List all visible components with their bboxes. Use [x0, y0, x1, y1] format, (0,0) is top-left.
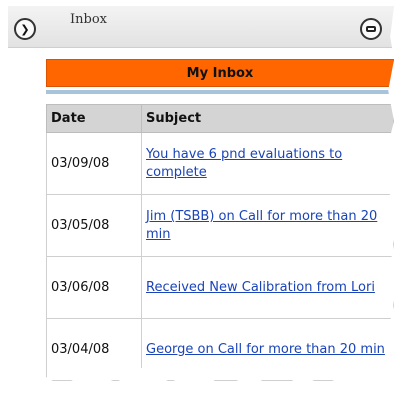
divider: [46, 90, 394, 94]
table-row: 03/04/08 George on Call for more than 20…: [46, 318, 394, 381]
table-row: 03/09/08 You have 6 pnd evaluations to c…: [46, 132, 394, 195]
window-title: Inbox: [70, 12, 107, 27]
row-subject-cell: You have 6 pnd evaluations to complete: [141, 132, 394, 195]
message-link[interactable]: You have 6 pnd evaluations to complete: [146, 146, 389, 181]
chevron-right-icon: ❯: [20, 22, 30, 36]
message-link[interactable]: George on Call for more than 20 min: [146, 341, 389, 359]
inbox-header: My Inbox: [46, 59, 394, 87]
row-subject-cell: Received New Calibration from Lori: [141, 256, 394, 319]
table-row: 03/06/08 Received New Calibration from L…: [46, 256, 394, 319]
row-date: 03/05/08: [46, 194, 142, 257]
table-row: 03/05/08 Jim (TSBB) on Call for more tha…: [46, 194, 394, 257]
row-date: 03/06/08: [46, 256, 142, 319]
column-header-subject: Subject: [141, 104, 394, 133]
close-button[interactable]: [360, 18, 382, 40]
message-link[interactable]: Jim (TSBB) on Call for more than 20 min: [146, 208, 389, 243]
title-bar: ❯ Inbox: [8, 6, 394, 48]
row-date: 03/09/08: [46, 132, 142, 195]
inbox-table: Date Subject 03/09/08 You have 6 pnd eva…: [46, 104, 394, 381]
inbox-widget: ❯ Inbox My Inbox Date Subject 03/09/08 Y…: [8, 6, 394, 390]
row-subject-cell: George on Call for more than 20 min: [141, 318, 394, 381]
expand-button[interactable]: ❯: [14, 18, 36, 40]
close-icon: [366, 26, 376, 32]
message-link[interactable]: Received New Calibration from Lori: [146, 279, 389, 297]
row-date: 03/04/08: [46, 318, 142, 381]
row-subject-cell: Jim (TSBB) on Call for more than 20 min: [141, 194, 394, 257]
table-header-row: Date Subject: [46, 104, 394, 133]
column-header-date: Date: [46, 104, 142, 133]
